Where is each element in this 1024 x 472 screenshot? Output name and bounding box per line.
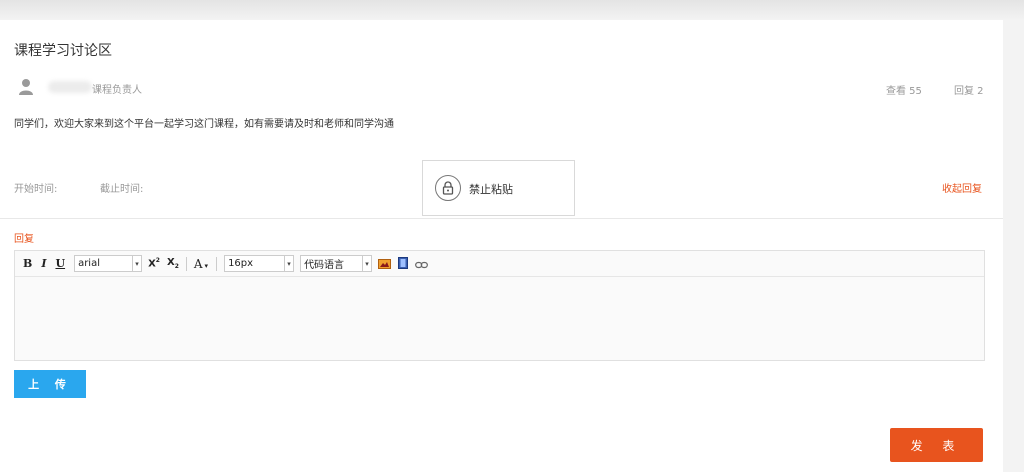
- italic-button[interactable]: I: [41, 257, 46, 270]
- reply-label: 回复: [14, 234, 34, 245]
- upload-button[interactable]: 上 传: [14, 370, 86, 398]
- views-count: 查看 55: [886, 86, 922, 97]
- author-name-blurred: [48, 81, 92, 93]
- replies-count[interactable]: 回复 2: [954, 82, 984, 97]
- superscript-button[interactable]: X2: [148, 257, 160, 269]
- topic-content: 同学们，欢迎大家来到这个平台一起学习这门课程，如有需要请及时和老师和同学沟通: [14, 119, 394, 130]
- subscript-button[interactable]: X2: [167, 257, 179, 270]
- font-color-label: A: [193, 256, 203, 271]
- top-band: [0, 0, 1024, 20]
- divider: [0, 218, 1003, 219]
- page-title: 课程学习讨论区: [14, 43, 112, 59]
- font-family-value: arial: [78, 258, 100, 269]
- chevron-down-icon: ▾: [284, 256, 293, 271]
- author-role: 课程负责人: [92, 85, 142, 96]
- video-icon[interactable]: [398, 254, 409, 273]
- toolbar-separator: [185, 256, 187, 271]
- no-paste-notice: 禁止粘贴: [422, 160, 575, 216]
- editor-toolbar: B I U arial ▾ X2 X2 A ▾ 16px ▾ 代码语言 ▾: [15, 251, 984, 277]
- font-color-button[interactable]: A ▾: [194, 257, 208, 271]
- code-language-value: 代码语言: [304, 260, 345, 271]
- code-language-select[interactable]: 代码语言 ▾: [300, 255, 373, 272]
- editor-text-area[interactable]: [15, 278, 984, 360]
- end-time-label: 截止时间:: [100, 184, 144, 195]
- submit-button[interactable]: 发 表: [890, 428, 983, 462]
- lock-icon: [435, 175, 461, 201]
- underline-button[interactable]: U: [55, 257, 65, 270]
- collapse-replies-link[interactable]: 收起回复: [942, 180, 982, 195]
- font-family-select[interactable]: arial ▾: [74, 255, 143, 272]
- link-icon[interactable]: [415, 254, 428, 273]
- chevron-down-icon: ▾: [204, 261, 209, 270]
- bold-button[interactable]: B: [23, 257, 32, 270]
- reply-editor: B I U arial ▾ X2 X2 A ▾ 16px ▾ 代码语言 ▾: [14, 250, 985, 361]
- image-icon[interactable]: [378, 254, 392, 273]
- chevron-down-icon: ▾: [362, 256, 371, 271]
- start-time-label: 开始时间:: [14, 184, 58, 195]
- chevron-down-icon: ▾: [132, 256, 141, 271]
- avatar-icon: [19, 79, 33, 95]
- toolbar-separator: [216, 256, 218, 271]
- font-size-value: 16px: [228, 258, 254, 269]
- font-size-select[interactable]: 16px ▾: [224, 255, 295, 272]
- no-paste-label: 禁止粘贴: [469, 183, 513, 196]
- discussion-card: 课程学习讨论区 课程负责人 查看 55 回复 2 同学们，欢迎大家来到这个平台一…: [0, 20, 1003, 472]
